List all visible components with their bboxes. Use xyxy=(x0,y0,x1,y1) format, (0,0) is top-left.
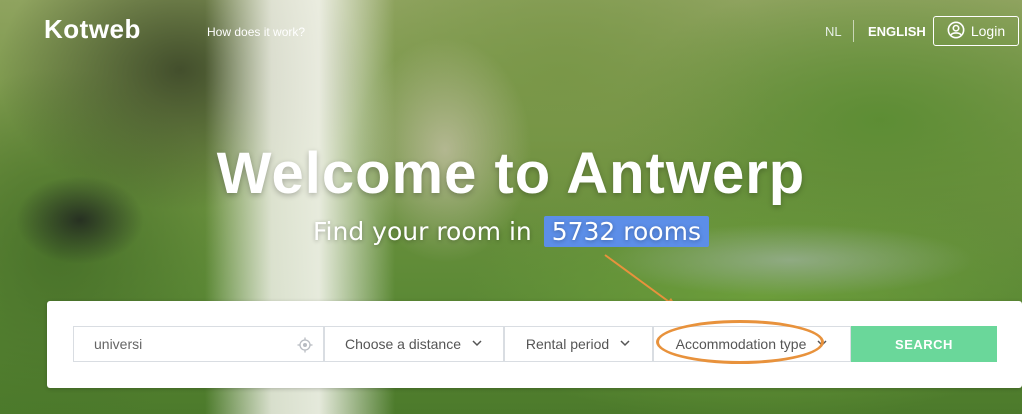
top-navigation: Kotweb How does it work? NL ENGLISH Logi… xyxy=(0,0,1022,60)
user-circle-icon xyxy=(947,21,965,42)
how-it-works-link[interactable]: How does it work? xyxy=(207,25,305,39)
hero-subtitle: Find your room in 5732 rooms xyxy=(0,216,1022,247)
location-input[interactable] xyxy=(92,335,286,353)
room-count-badge: 5732 rooms xyxy=(543,216,709,247)
login-button[interactable]: Login xyxy=(933,16,1019,46)
login-label: Login xyxy=(970,23,1006,39)
subtitle-text: Find your room in xyxy=(313,217,532,246)
search-panel: Choose a distance Rental period Accommod… xyxy=(47,301,1022,388)
chevron-down-icon xyxy=(816,336,828,352)
kotweb-logo[interactable]: Kotweb xyxy=(44,14,141,45)
hero-background: Kotweb How does it work? NL ENGLISH Logi… xyxy=(0,0,1022,414)
rental-period-label: Rental period xyxy=(525,336,610,352)
language-english[interactable]: ENGLISH xyxy=(868,24,926,39)
chevron-down-icon xyxy=(471,336,483,352)
page-title: Welcome to Antwerp xyxy=(216,141,806,206)
rental-period-select[interactable]: Rental period xyxy=(504,326,653,362)
location-target-icon[interactable] xyxy=(297,337,313,353)
distance-label: Choose a distance xyxy=(345,336,461,352)
location-field[interactable] xyxy=(73,326,324,362)
accommodation-type-label: Accommodation type xyxy=(675,336,807,352)
language-nl[interactable]: NL xyxy=(825,24,842,39)
language-divider xyxy=(853,20,854,42)
accommodation-type-select[interactable]: Accommodation type xyxy=(653,326,851,362)
distance-select[interactable]: Choose a distance xyxy=(324,326,504,362)
search-button[interactable]: SEARCH xyxy=(851,326,997,362)
chevron-down-icon xyxy=(619,336,631,352)
